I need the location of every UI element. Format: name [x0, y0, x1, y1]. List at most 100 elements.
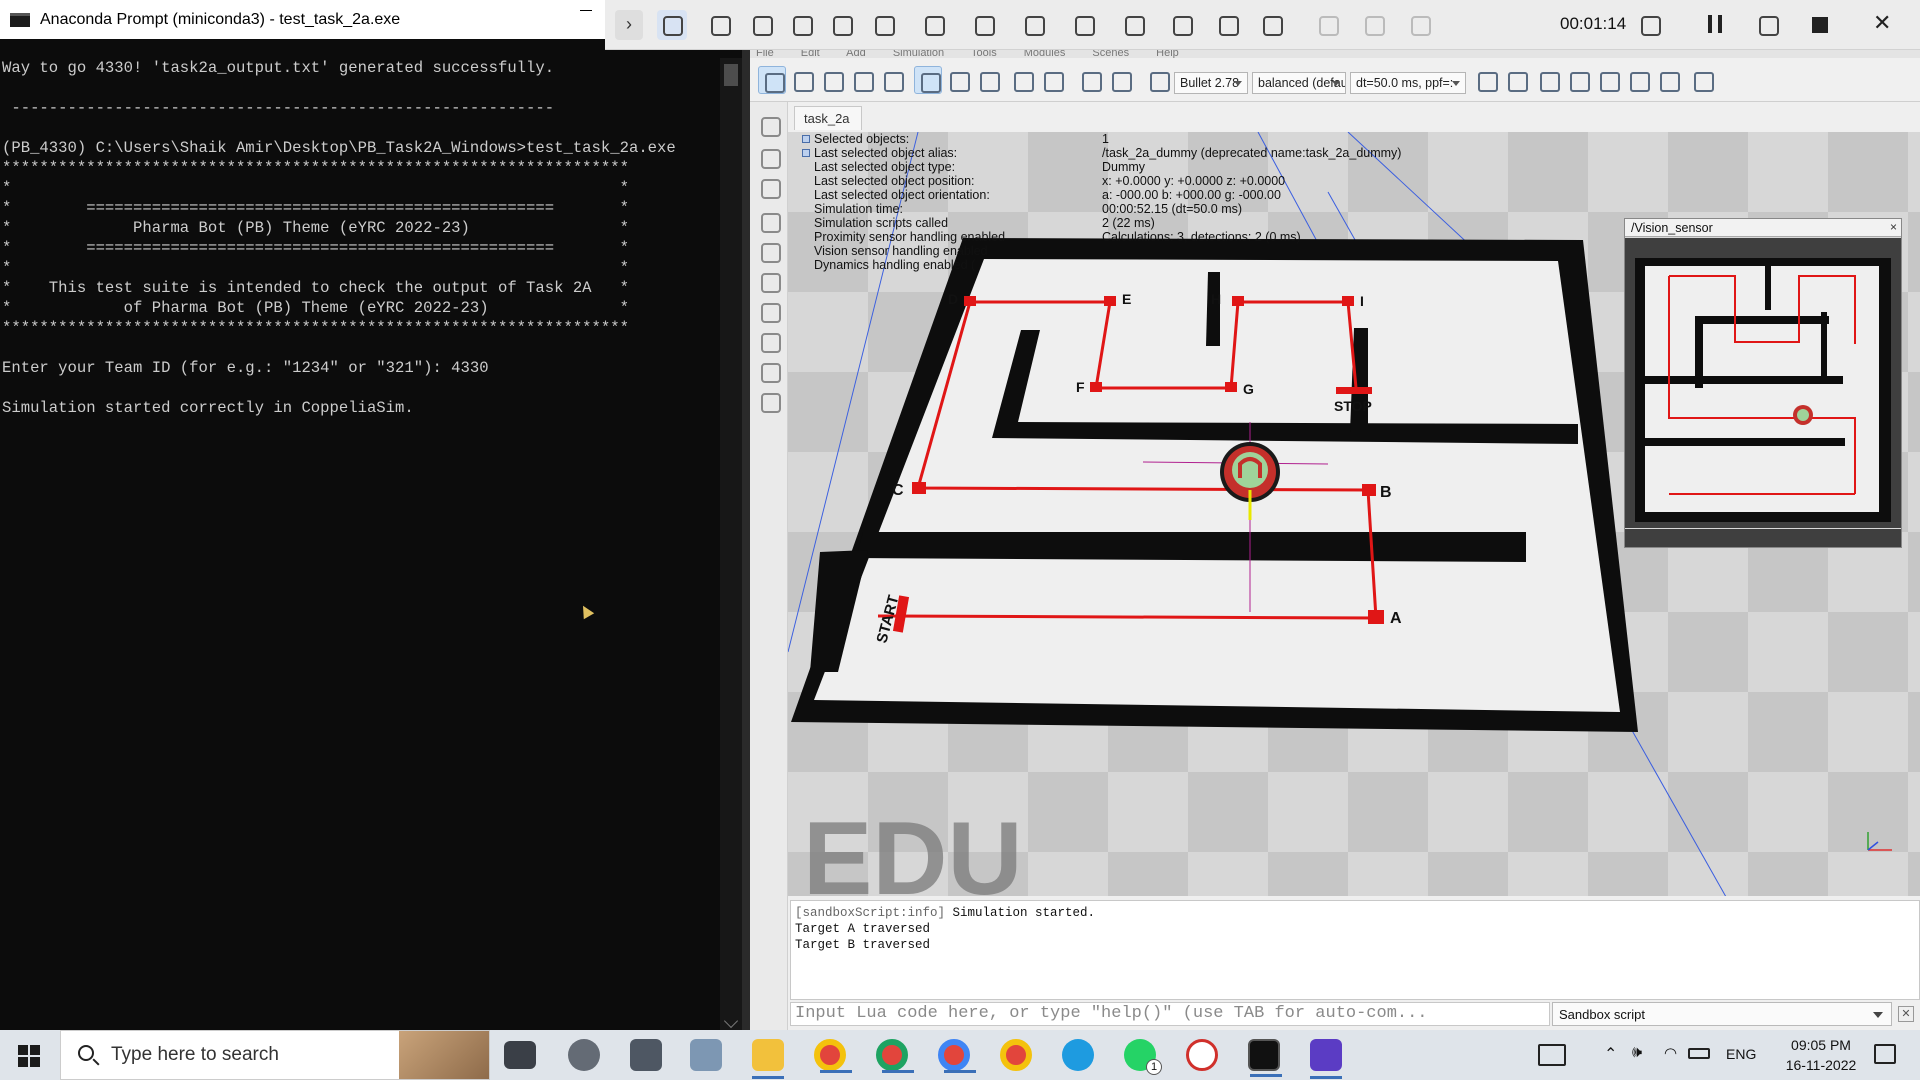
tab-scene[interactable]: task_2a — [794, 106, 862, 130]
object-shift-icon[interactable] — [944, 66, 972, 94]
vision-sensor-title[interactable]: /Vision_sensor — [1625, 219, 1901, 237]
expand-icon[interactable] — [802, 135, 810, 143]
menu-bar[interactable]: File Edit Add Simulation Tools Modules S… — [750, 50, 1920, 58]
simulation-settings-icon[interactable] — [758, 114, 782, 138]
zoom-icon[interactable] — [758, 146, 782, 170]
task-view-icon[interactable] — [504, 1041, 536, 1069]
file-explorer-icon[interactable] — [752, 1039, 784, 1079]
notification-center-icon[interactable] — [1874, 1044, 1896, 1064]
news-widget-icon[interactable] — [1538, 1044, 1566, 1066]
chrome-icon[interactable] — [814, 1039, 852, 1073]
edge-icon[interactable] — [1062, 1039, 1094, 1071]
terminal-icon[interactable] — [1248, 1039, 1282, 1077]
terminal-window[interactable]: Anaconda Prompt (miniconda3) - test_task… — [0, 0, 742, 1030]
visualization-toggle-icon[interactable] — [1654, 66, 1682, 94]
layers-icon[interactable] — [758, 330, 782, 354]
settings-gear-icon[interactable] — [568, 1039, 600, 1071]
expand-icon[interactable] — [802, 149, 810, 157]
blur-icon[interactable] — [827, 10, 857, 40]
slower-icon[interactable] — [1594, 66, 1622, 94]
undo-icon[interactable] — [1076, 66, 1104, 94]
camera-rotate-icon[interactable] — [788, 66, 816, 94]
rectangle-icon[interactable] — [969, 10, 999, 40]
chrome-profile-icon[interactable] — [938, 1039, 976, 1073]
transfer-dna-icon[interactable] — [1038, 66, 1066, 94]
minimize-icon[interactable] — [580, 10, 592, 11]
object-rotate-icon[interactable] — [974, 66, 1002, 94]
redo-icon[interactable] — [1359, 10, 1389, 40]
script-function-icon[interactable] — [758, 176, 782, 200]
emoji-icon[interactable] — [869, 10, 899, 40]
pen-icon[interactable] — [705, 10, 735, 40]
pause-recording-icon[interactable] — [1708, 15, 1722, 33]
stop-recording-icon[interactable] — [1812, 17, 1828, 33]
show-hidden-icons-icon[interactable]: ⌃ — [1604, 1044, 1617, 1080]
camera-angle-icon[interactable] — [848, 66, 876, 94]
line-icon[interactable] — [1069, 10, 1099, 40]
fit-to-view-icon[interactable] — [878, 66, 906, 94]
model-browser-icon[interactable] — [758, 360, 782, 384]
clock[interactable]: 09:05 PM 16-11-2022 — [1776, 1035, 1866, 1080]
lua-command-input[interactable]: Input Lua code here, or type "help()" (u… — [790, 1002, 1550, 1026]
chrome-profile-icon[interactable] — [876, 1039, 914, 1073]
faster-icon[interactable] — [1624, 66, 1652, 94]
script-selector[interactable]: Sandbox script — [1552, 1002, 1892, 1026]
photos-icon[interactable] — [690, 1039, 722, 1071]
timestep-select[interactable]: dt=50.0 ms, ppf=: — [1350, 72, 1466, 94]
start-simulation-icon[interactable] — [1472, 66, 1500, 94]
shapes-icon[interactable] — [758, 240, 782, 264]
collections-icon[interactable] — [758, 300, 782, 324]
shield-icon[interactable] — [1635, 10, 1665, 40]
whatsapp-icon[interactable]: 1 — [1124, 1039, 1162, 1075]
undo-icon[interactable] — [1313, 10, 1343, 40]
screen-recorder-icon[interactable] — [1310, 1039, 1342, 1079]
battery-icon[interactable] — [1688, 1048, 1710, 1059]
restart-recording-icon[interactable] — [1753, 10, 1783, 40]
real-time-icon[interactable] — [1564, 66, 1592, 94]
coppeliasim-window[interactable]: File Edit Add Simulation Tools Modules S… — [750, 50, 1920, 1030]
highlighter-icon[interactable] — [747, 10, 777, 40]
scroll-down-icon[interactable] — [723, 1013, 739, 1029]
accuracy-select[interactable]: balanced (defau — [1252, 72, 1346, 94]
close-recorder-icon[interactable]: ✕ — [1873, 10, 1891, 36]
scrollbar-thumb[interactable] — [724, 64, 738, 86]
eraser-icon[interactable] — [1119, 10, 1149, 40]
text-icon[interactable] — [787, 10, 817, 40]
status-console[interactable]: [sandboxScript:info] Simulation started.… — [790, 900, 1920, 1000]
whiteboard-icon[interactable] — [1257, 10, 1287, 40]
close-icon[interactable]: × — [1890, 220, 1897, 234]
clear-icon[interactable] — [1405, 10, 1435, 40]
windows-start-icon[interactable] — [18, 1045, 40, 1067]
chrome-profile-icon[interactable] — [1000, 1039, 1032, 1071]
ik-icon[interactable] — [758, 270, 782, 294]
screenshot-icon[interactable] — [1167, 10, 1197, 40]
camera-icon[interactable] — [630, 1039, 662, 1071]
console-close-icon[interactable]: ✕ — [1898, 1006, 1914, 1022]
camera-pan-icon[interactable] — [758, 66, 786, 94]
collapse-toolbar-button[interactable]: › — [615, 10, 643, 40]
language-indicator[interactable]: ENG — [1726, 1046, 1756, 1080]
circle-icon[interactable] — [919, 10, 949, 40]
physics-engine-select[interactable]: Bullet 2.78 — [1174, 72, 1248, 94]
physics-engine-icon[interactable] — [1144, 66, 1172, 94]
assemble-icon[interactable] — [1008, 66, 1036, 94]
terminal-output[interactable]: Way to go 4330! 'task2a_output.txt' gene… — [2, 58, 720, 418]
volume-icon[interactable]: 🕪 — [1632, 1044, 1642, 1080]
magnifier-icon[interactable] — [1213, 10, 1243, 40]
scripts-icon[interactable] — [758, 210, 782, 234]
coppeliasim-icon[interactable] — [1186, 1039, 1218, 1071]
more-tools-icon[interactable] — [1688, 66, 1716, 94]
terminal-scrollbar[interactable] — [720, 58, 742, 1030]
redo-icon[interactable] — [1106, 66, 1134, 94]
pause-simulation-icon[interactable] — [1502, 66, 1530, 94]
pointer-icon[interactable] — [657, 10, 687, 40]
user-settings-icon[interactable] — [758, 390, 782, 414]
vision-sensor-view[interactable]: /Vision_sensor × — [1624, 218, 1902, 548]
taskbar-search-box[interactable]: Type here to search — [60, 1030, 490, 1080]
wifi-icon[interactable]: ◠ — [1664, 1044, 1677, 1080]
arrow-icon[interactable] — [1019, 10, 1049, 40]
click-select-icon[interactable] — [914, 66, 942, 94]
camera-shift-icon[interactable] — [818, 66, 846, 94]
scene-viewport[interactable]: D E H I F G C B A STOP START EDU Selecte… — [788, 132, 1920, 896]
stop-simulation-icon[interactable] — [1534, 66, 1562, 94]
